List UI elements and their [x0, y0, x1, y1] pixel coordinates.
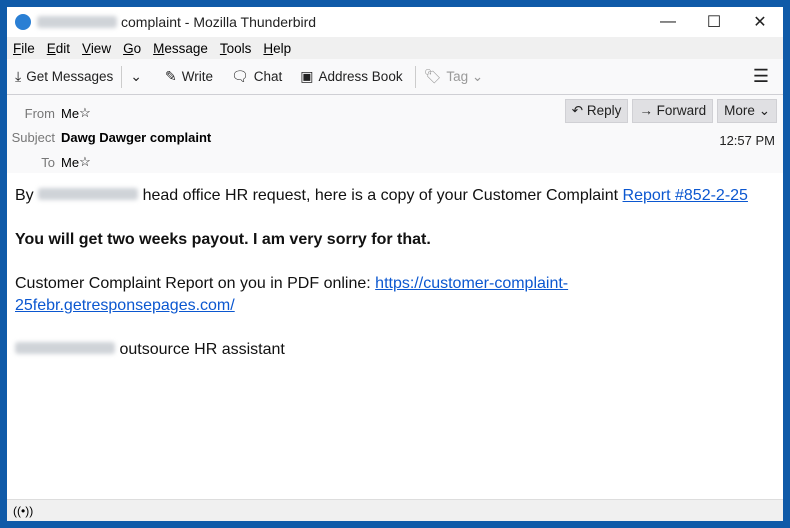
toolbar: ⤓ Get Messages ⌄ ✎ Write 🗨 Chat ▣ Address Bo…	[7, 59, 783, 95]
address-book-button[interactable]: ▣ Address Book	[300, 68, 402, 85]
from-value[interactable]: Me	[61, 106, 79, 121]
body-text: By	[15, 187, 34, 204]
menu-tools[interactable]: Tools	[220, 41, 252, 56]
hamburger-menu-icon[interactable]: ☰	[753, 66, 769, 87]
close-button[interactable]: ✕	[737, 7, 783, 37]
tag-icon: 🏷	[423, 68, 442, 84]
star-icon[interactable]: ☆	[79, 105, 91, 121]
body-bold-text: You will get two weeks payout. I am very…	[15, 231, 431, 248]
get-messages-dropdown[interactable]: ⌄	[130, 68, 147, 85]
subject-label: Subject	[11, 130, 55, 145]
divider	[121, 65, 123, 88]
to-value[interactable]: Me	[61, 155, 79, 170]
message-body: By head office HR request, here is a cop…	[7, 173, 783, 499]
thunderbird-window: complaint - Mozilla Thunderbird — ☐ ✕ Fi…	[7, 7, 783, 521]
menu-edit[interactable]: Edit	[47, 41, 70, 56]
message-time: 12:57 PM	[719, 133, 775, 148]
download-icon: ⤓	[15, 68, 22, 84]
thunderbird-logo-icon	[15, 14, 31, 30]
subject-value: Dawg Dawger complaint	[61, 130, 212, 145]
menu-view[interactable]: View	[82, 41, 111, 56]
window-title: complaint - Mozilla Thunderbird	[121, 14, 317, 30]
get-messages-button[interactable]: ⤓ Get Messages	[15, 68, 113, 85]
reply-icon: ↶	[571, 103, 584, 118]
minimize-button[interactable]: —	[645, 7, 691, 37]
to-label: To	[41, 154, 55, 170]
forward-icon: →	[639, 103, 653, 118]
tag-button[interactable]: 🏷 Tag ⌄	[424, 68, 484, 85]
menu-go[interactable]: Go	[123, 41, 141, 56]
reply-button[interactable]: ↶ Reply	[564, 99, 629, 123]
status-bar: ((•))	[7, 499, 783, 521]
chat-button[interactable]: 🗨 Chat	[231, 68, 282, 85]
pencil-icon: ✎	[164, 68, 177, 84]
redacted-name	[38, 188, 139, 200]
message-header: From Me ☆ Subject Dawg Dawger complaint To M…	[7, 95, 783, 173]
forward-button[interactable]: → Forward	[632, 99, 714, 123]
report-link[interactable]: Report #852-2-25	[623, 187, 748, 204]
redacted-name	[37, 16, 117, 28]
window-controls: — ☐ ✕	[645, 7, 783, 37]
menu-message[interactable]: Message	[153, 41, 208, 56]
chevron-down-icon: ⌄	[758, 103, 770, 118]
menu-file[interactable]: File	[13, 41, 35, 56]
from-label: From	[24, 105, 55, 121]
menu-help[interactable]: Help	[263, 41, 291, 56]
star-icon[interactable]: ☆	[79, 154, 91, 170]
more-button[interactable]: More ⌄	[717, 99, 777, 123]
redacted-name	[15, 342, 115, 354]
online-status-icon[interactable]: ((•))	[13, 504, 33, 518]
signature-text: outsource HR assistant	[119, 341, 285, 358]
maximize-button[interactable]: ☐	[691, 7, 737, 37]
body-text: Customer Complaint Report on you in PDF …	[15, 275, 371, 292]
menu-bar: File Edit View Go Message Tools Help	[7, 37, 783, 59]
body-text: head office HR request, here is a copy o…	[142, 187, 619, 204]
write-button[interactable]: ✎ Write	[165, 68, 213, 85]
address-book-icon: ▣	[300, 68, 314, 84]
divider	[414, 65, 416, 88]
chat-icon: 🗨	[230, 68, 249, 84]
chevron-down-icon: ⌄	[130, 68, 142, 84]
